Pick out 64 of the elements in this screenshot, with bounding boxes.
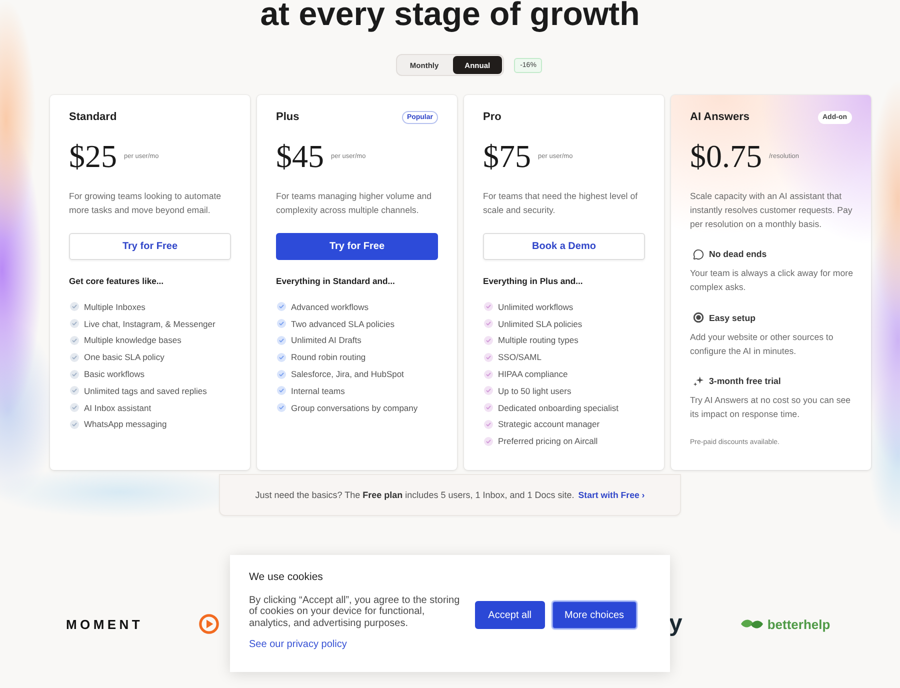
dialog-title: We use cookies — [249, 571, 324, 584]
feature-text: Multiple Inboxes — [84, 302, 146, 312]
features-heading: Everything in Standard and... — [276, 275, 396, 287]
feature-text: Multiple routing types — [498, 335, 578, 346]
start-free-link[interactable]: Start with Free › — [578, 490, 645, 500]
cta-button[interactable]: Book a Demo — [483, 233, 645, 260]
plan-price: $75 — [483, 140, 531, 172]
highlight-title: Easy setup — [709, 312, 756, 322]
feature-text: Unlimited workflows — [498, 302, 574, 312]
feature-text: Advanced workflows — [291, 302, 368, 312]
features-heading: Everything in Plus and... — [483, 275, 584, 287]
highlight-text: Your team is always a click away for more complex asks. — [690, 267, 854, 294]
feature-text: Unlimited SLA policies — [498, 318, 582, 329]
page-heading: at every stage of growth — [260, 0, 640, 30]
feature-text: Internal teams — [291, 386, 345, 396]
logo-wordmark: MOMENT — [66, 616, 143, 632]
cta-button[interactable]: Try for Free — [276, 233, 438, 260]
feature-text: HIPAA compliance — [498, 369, 568, 380]
ring-play-icon — [198, 614, 219, 634]
feature-text: SSO/SAML — [498, 352, 542, 362]
chat-bubble-icon — [693, 248, 704, 260]
cookie-button[interactable]: More choices — [552, 601, 637, 629]
target-icon — [693, 312, 704, 323]
plan-name: Plus — [276, 111, 300, 123]
feature-text: Salesforce, Jira, and HubSpot — [291, 369, 404, 380]
feature-text: AI Inbox assistant — [84, 402, 152, 413]
feature-text: Live chat, Instagram, & Messenger — [84, 318, 216, 329]
leaf-icon — [740, 618, 764, 630]
plan-description: Scale capacity with an AI assistant that instantly resolves customer requests. Pay per resolution on a monthly basis. — [690, 190, 854, 231]
privacy-link[interactable]: See our privacy policy — [249, 638, 465, 651]
plan-price: $0.75 — [690, 140, 762, 172]
logo-wordmark: betterhelp — [767, 616, 830, 632]
dialog-text: By clicking “Accept all”, you agree to the storing of cookies on your device for functional, analytics, and advertising purposes. — [249, 594, 461, 629]
feature-text: Group conversations by company — [291, 402, 418, 413]
logo-wordmark: y — [668, 610, 682, 638]
cookie-button[interactable]: Accept all — [475, 601, 545, 629]
features-heading: Get core features like... — [69, 275, 165, 287]
feature-text: Round robin routing — [291, 352, 366, 362]
feature-text: Dedicated onboarding specialist — [498, 402, 618, 413]
feature-text: Unlimited tags and saved replies — [84, 386, 207, 396]
plan-price: $25 — [69, 140, 117, 172]
highlight-text: Add your website or other sources to configure the AI in minutes. — [690, 330, 834, 358]
highlight-title: No dead ends — [709, 249, 767, 259]
plan-name: Standard — [69, 111, 117, 123]
sparkles-icon — [693, 376, 704, 386]
feature-text: Up to 50 light users — [498, 386, 572, 396]
feature-text: WhatsApp messaging — [84, 419, 167, 430]
plan-price: $45 — [276, 140, 324, 172]
feature-text: Strategic account manager — [498, 419, 600, 430]
feature-text: Unlimited AI Drafts — [291, 335, 362, 346]
plan-name: AI Answers — [690, 111, 750, 123]
feature-text: Two advanced SLA policies — [291, 318, 394, 329]
highlight-text: Try AI Answers at no cost so you can see its impact on response time. — [690, 394, 852, 421]
plan-description: For teams managing higher volume and complexity across multiple channels. — [276, 190, 432, 217]
feature-text: Basic workflows — [84, 369, 144, 380]
plan-description: For growing teams looking to automate more tasks and move beyond email. — [69, 190, 222, 217]
feature-text: Multiple knowledge bases — [84, 335, 182, 346]
feature-text: Preferred pricing on Aircall — [498, 436, 598, 446]
plan-name: Pro — [483, 111, 502, 123]
highlight-title: 3-month free trial — [709, 376, 781, 386]
plan-description: For teams that need the highest level of scale and security. — [483, 190, 639, 217]
cta-button[interactable]: Try for Free — [69, 233, 231, 260]
banner-text: Just need the basics? The Free plan includes 5 users, 1 Inbox, and 1 Docs site. — [255, 490, 574, 500]
feature-text: One basic SLA policy — [84, 352, 164, 362]
